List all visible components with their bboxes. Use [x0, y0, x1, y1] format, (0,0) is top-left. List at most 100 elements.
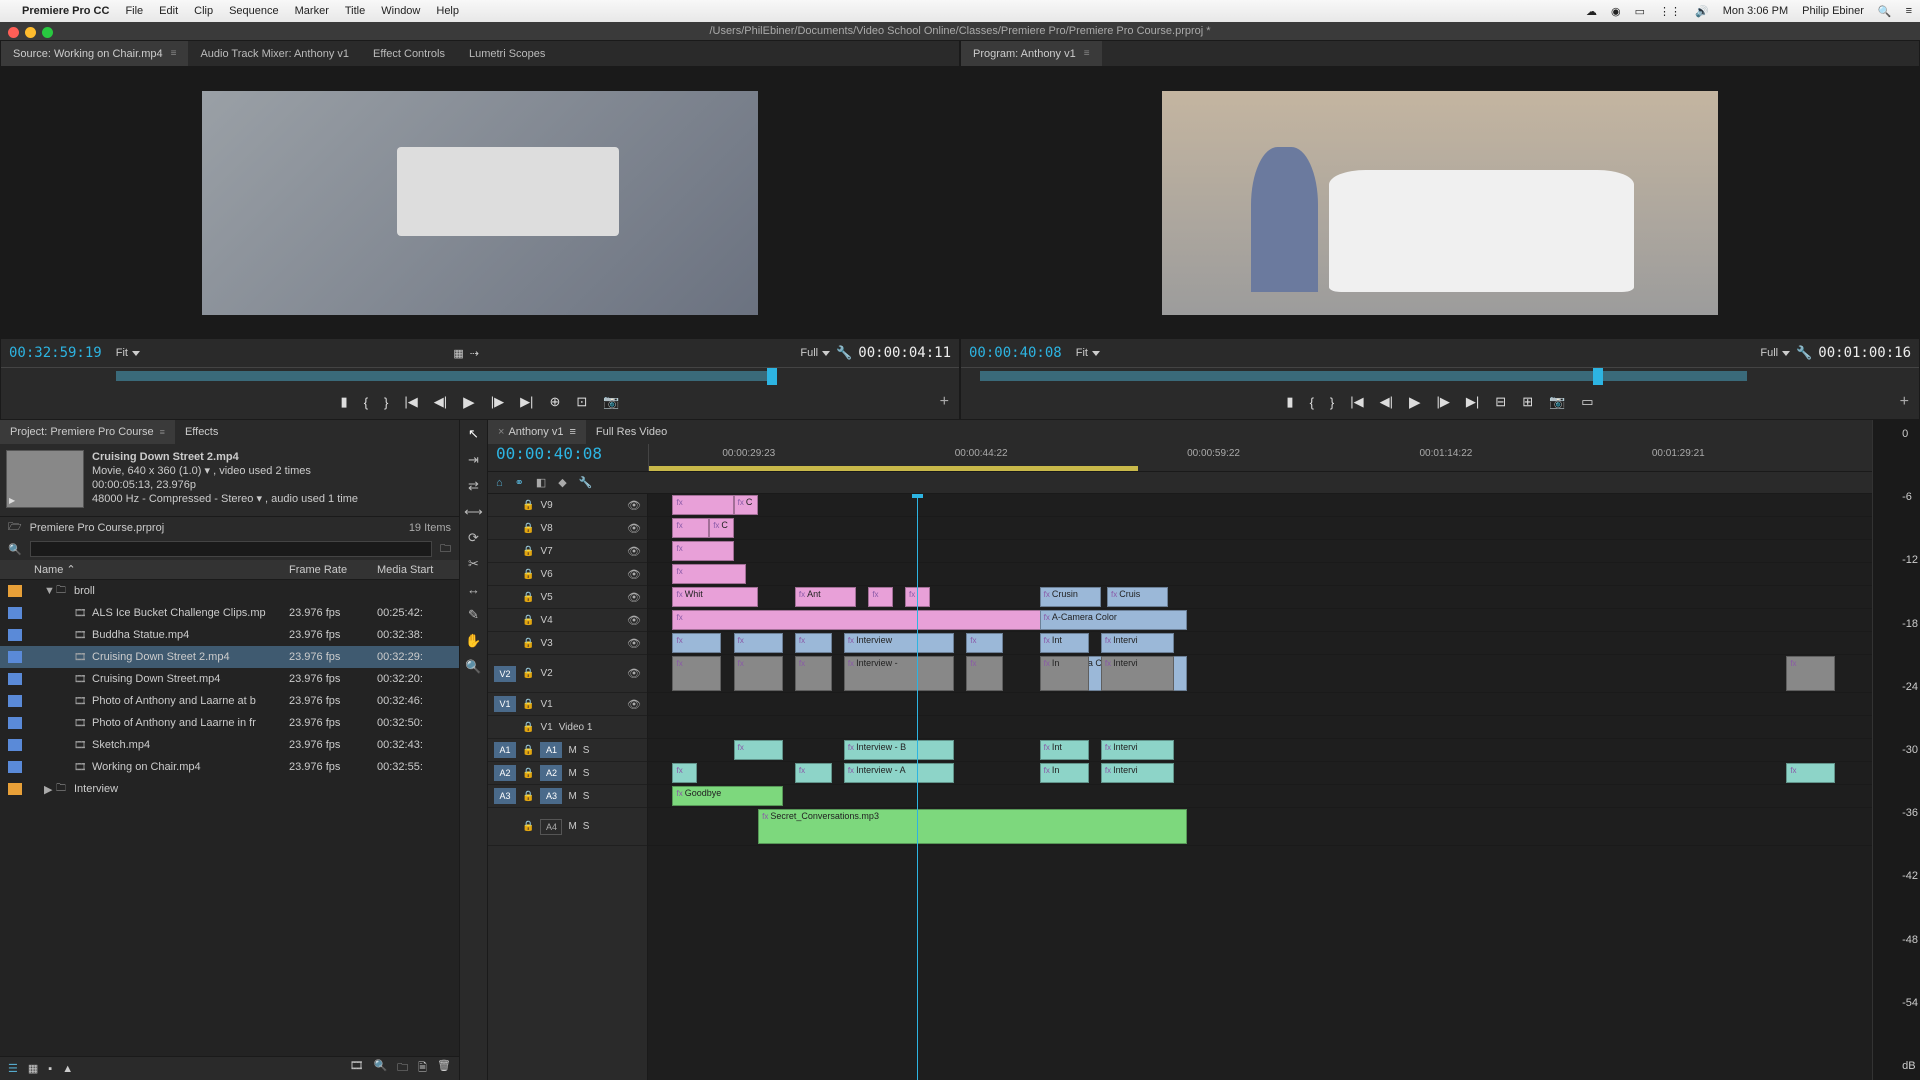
- playhead[interactable]: [917, 494, 918, 1080]
- menu-help[interactable]: Help: [436, 5, 459, 17]
- clip[interactable]: fxC: [734, 495, 758, 515]
- track-header[interactable]: 🔒V8👁: [488, 517, 647, 540]
- maximize-button[interactable]: [42, 27, 53, 38]
- clip[interactable]: fxInterview -: [844, 656, 954, 691]
- clip[interactable]: fxInt: [1040, 633, 1089, 653]
- program-timecode[interactable]: 00:00:40:08: [969, 345, 1062, 361]
- clip[interactable]: fxInterview - B: [844, 740, 954, 760]
- clip[interactable]: fx: [1786, 763, 1835, 783]
- step-fwd-icon[interactable]: |▶: [1437, 394, 1450, 410]
- clip[interactable]: fx: [672, 633, 721, 653]
- overwrite-icon[interactable]: ⊡: [576, 394, 587, 410]
- step-back-icon[interactable]: ◀|: [434, 394, 447, 410]
- status-cloud-icon[interactable]: ☁: [1586, 5, 1597, 18]
- clip[interactable]: fxCruis: [1107, 587, 1168, 607]
- goto-in-icon[interactable]: |◀: [404, 394, 417, 410]
- clip[interactable]: fxIntervi: [1101, 740, 1174, 760]
- project-row[interactable]: 🎞Working on Chair.mp423.976 fps00:32:55:: [0, 756, 459, 778]
- play-icon[interactable]: ▶: [463, 393, 475, 411]
- step-fwd-icon[interactable]: |▶: [491, 394, 504, 410]
- new-bin-icon[interactable]: 🗀: [397, 1059, 408, 1078]
- clip[interactable]: fx: [672, 656, 721, 691]
- menu-window[interactable]: Window: [381, 5, 420, 17]
- tab-audio-mixer[interactable]: Audio Track Mixer: Anthony v1: [188, 41, 361, 66]
- track-lane[interactable]: fxfxfxInterview - AfxInfxIntervifx: [648, 762, 1872, 785]
- find-icon[interactable]: 🔍: [373, 1059, 387, 1078]
- new-item-icon[interactable]: 🗎: [418, 1059, 427, 1078]
- razor-tool[interactable]: ✂: [468, 556, 479, 572]
- source-fit-dropdown[interactable]: Fit: [116, 347, 140, 359]
- bin-icon[interactable]: 🗁: [8, 518, 22, 537]
- clip[interactable]: fxIn: [1040, 656, 1089, 691]
- clip[interactable]: fx: [672, 541, 733, 561]
- hand-tool[interactable]: ✋: [465, 633, 481, 649]
- clip[interactable]: fxInt: [1040, 740, 1089, 760]
- track-header[interactable]: A2🔒A2MS: [488, 762, 647, 785]
- track-lane[interactable]: fxSecret_Conversations.mp3: [648, 808, 1872, 846]
- clip[interactable]: fxWhit: [672, 587, 758, 607]
- rate-tool[interactable]: ⟳: [468, 530, 479, 546]
- minimize-button[interactable]: [25, 27, 36, 38]
- folder-icon[interactable]: 🗀: [440, 540, 451, 559]
- clip[interactable]: fx: [795, 763, 832, 783]
- extract-icon[interactable]: ⊞: [1522, 394, 1533, 410]
- icon-view-icon[interactable]: ▦: [28, 1062, 38, 1075]
- project-row[interactable]: 🎞Sketch.mp423.976 fps00:32:43:: [0, 734, 459, 756]
- track-header[interactable]: 🔒A4MS: [488, 808, 647, 846]
- status-user[interactable]: Philip Ebiner: [1802, 5, 1864, 17]
- track-lane[interactable]: fxfxA-Camera Color: [648, 609, 1872, 632]
- track-header[interactable]: 🔒V1Video 1: [488, 716, 647, 739]
- automate-icon[interactable]: 🎞: [350, 1059, 364, 1078]
- project-row[interactable]: 🎞Photo of Anthony and Laarne at b23.976 …: [0, 690, 459, 712]
- track-header[interactable]: A3🔒A3MS: [488, 785, 647, 808]
- column-headers[interactable]: Name ⌃ Frame Rate Media Start: [0, 560, 459, 580]
- clip[interactable]: fxC: [709, 518, 733, 538]
- step-back-icon[interactable]: ◀|: [1380, 394, 1393, 410]
- clip[interactable]: fxIn: [1040, 763, 1089, 783]
- track-header[interactable]: 🔒V3👁: [488, 632, 647, 655]
- clip[interactable]: fx: [672, 518, 709, 538]
- marker-icon[interactable]: ▮: [341, 394, 348, 410]
- track-header[interactable]: A1🔒A1MS: [488, 739, 647, 762]
- project-row[interactable]: ▶🗀Interview: [0, 778, 459, 800]
- clip[interactable]: fx: [734, 633, 783, 653]
- project-row[interactable]: 🎞ALS Ice Bucket Challenge Clips.mp23.976…: [0, 602, 459, 624]
- preview-thumb[interactable]: [6, 450, 84, 508]
- track-header[interactable]: V1🔒V1👁: [488, 693, 647, 716]
- tab-program[interactable]: Program: Anthony v1≡: [961, 41, 1102, 66]
- menu-clip[interactable]: Clip: [194, 5, 213, 17]
- clip[interactable]: fxIntervi: [1101, 763, 1174, 783]
- program-fit-dropdown[interactable]: Fit: [1076, 347, 1100, 359]
- add-button-icon[interactable]: +: [940, 393, 949, 411]
- project-row[interactable]: 🎞Cruising Down Street.mp423.976 fps00:32…: [0, 668, 459, 690]
- menu-marker[interactable]: Marker: [295, 5, 329, 17]
- menu-edit[interactable]: Edit: [159, 5, 178, 17]
- snap-icon[interactable]: ⌂: [496, 477, 503, 489]
- lift-icon[interactable]: ⊟: [1495, 394, 1506, 410]
- safe-margins-icon[interactable]: ▭: [1581, 394, 1593, 410]
- clip[interactable]: fxIntervi: [1101, 633, 1174, 653]
- source-viewer[interactable]: [1, 67, 959, 339]
- track-lane[interactable]: fx: [648, 563, 1872, 586]
- clip[interactable]: fx: [966, 656, 1003, 691]
- wrench-icon[interactable]: 🔧: [836, 345, 852, 361]
- play-icon[interactable]: ▶: [1409, 393, 1421, 411]
- track-header[interactable]: 🔒V7👁: [488, 540, 647, 563]
- track-header[interactable]: V2🔒V2👁: [488, 655, 647, 693]
- clip[interactable]: fxA-Camera Color: [1040, 610, 1187, 630]
- clip[interactable]: fx: [672, 564, 745, 584]
- clip[interactable]: fxAnt: [795, 587, 856, 607]
- close-icon[interactable]: ≡: [1084, 48, 1090, 59]
- tab-lumetri[interactable]: Lumetri Scopes: [457, 41, 557, 66]
- drag-icon[interactable]: ⇢: [470, 347, 479, 360]
- menu-icon[interactable]: ≡: [1906, 5, 1912, 17]
- in-icon[interactable]: {: [364, 395, 368, 410]
- status-wifi-icon[interactable]: ⋮⋮: [1659, 5, 1681, 18]
- clip[interactable]: fx: [966, 633, 1003, 653]
- settings-icon[interactable]: ▦: [453, 347, 463, 360]
- clip[interactable]: fxCrusin: [1040, 587, 1101, 607]
- clip[interactable]: fx: [795, 633, 832, 653]
- track-lane[interactable]: fxWhitfxAntfxfxfxCrusinfxCruis: [648, 586, 1872, 609]
- trash-icon[interactable]: 🗑: [437, 1059, 451, 1078]
- clip[interactable]: fxSecret_Conversations.mp3: [758, 809, 1186, 844]
